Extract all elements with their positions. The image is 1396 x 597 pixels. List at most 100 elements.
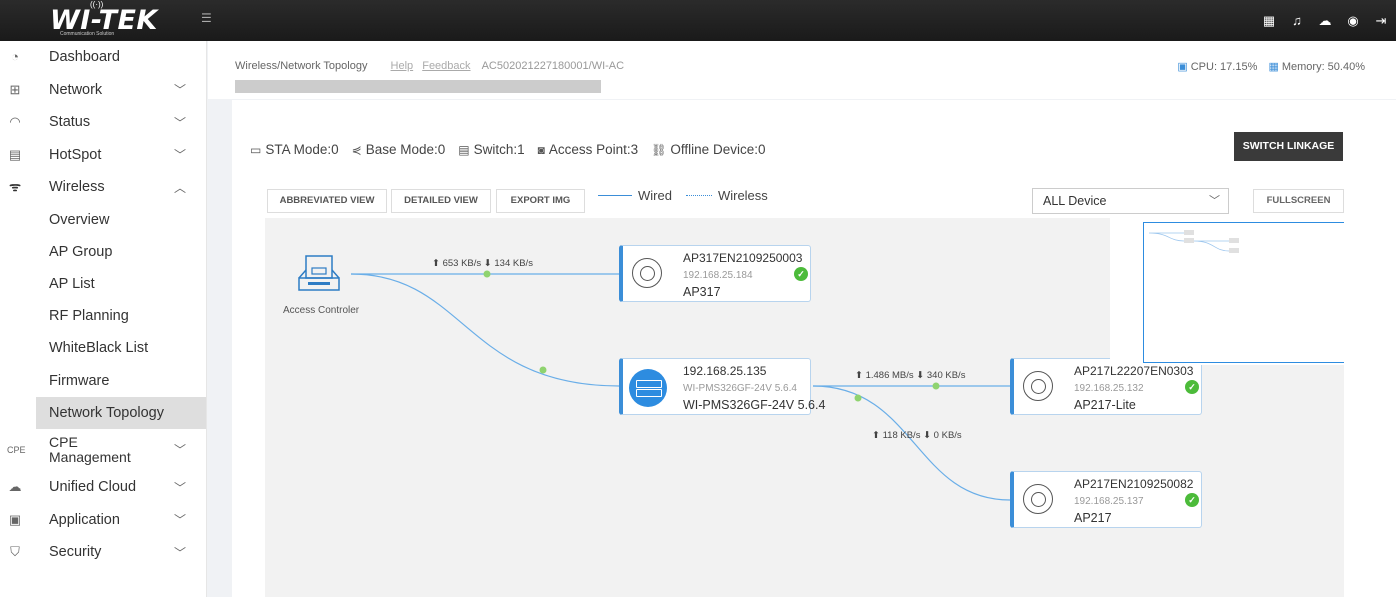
controller-icon (298, 255, 340, 291)
sidebar-item-label: Network (49, 81, 103, 98)
cpe-icon: CPE (7, 444, 26, 455)
switch-card[interactable]: 192.168.25.135 WI-PMS326GF-24V 5.6.4 WI-… (619, 358, 825, 415)
online-check-icon: ✓ (794, 267, 808, 281)
base-count-text: Base Mode:0 (365, 142, 446, 157)
hotspot-icon: ▤ (8, 146, 22, 162)
abbreviated-view-button[interactable]: ABBREVIATED VIEW (267, 189, 387, 213)
dashboard-icon: ◔ (11, 49, 19, 65)
status-icon: ◠ (9, 114, 21, 130)
switch-count: ▤ Switch:1 (458, 142, 524, 157)
device-counts: ▭ STA Mode:0 ⋞ Base Mode:0 ▤ Switch:1 ◙ Acce… (250, 142, 765, 157)
device-filter-select[interactable]: ALL Device ﹀ (1032, 188, 1229, 214)
access-point-icon (632, 258, 662, 288)
network-icon: ⊞ (9, 81, 21, 97)
offline-count: ⛓ Offline Device:0 (651, 142, 765, 157)
logout-icon[interactable]: ⇥ (1372, 12, 1390, 30)
wireless-legend-line (685, 195, 712, 196)
chevron-down-icon: ﹀ (174, 545, 187, 560)
sidebar-item-hotspot[interactable]: ▤ HotSpot ﹀ (0, 139, 206, 172)
sidebar-item-dashboard[interactable]: ◔ Dashboard (0, 41, 206, 74)
sidebar-item-status[interactable]: ◠ Status ﹀ (0, 106, 206, 139)
breadcrumb-text: Wireless/Network Topology (235, 60, 368, 72)
sidebar-item-label: Wireless (49, 179, 105, 196)
fullscreen-button[interactable]: FULLSCREEN (1253, 189, 1344, 213)
detailed-view-button[interactable]: DETAILED VIEW (391, 189, 491, 213)
ap-count: ◙ Access Point:3 (538, 142, 639, 157)
topology-canvas[interactable]: Access Controler AP317EN2109250003 192.1… (265, 218, 1344, 597)
sidebar-item-label: CPE Management (49, 433, 131, 465)
ap-model: AP317 (683, 285, 721, 299)
cpu-usage: CPU: 17.15% (1190, 61, 1258, 73)
globe-icon[interactable]: ◉ (1344, 12, 1362, 30)
link-dot (539, 366, 547, 374)
share-icon: ⋞ (351, 143, 362, 157)
base-count: ⋞ Base Mode:0 (352, 142, 446, 157)
sidebar-item-label: Unified Cloud (49, 479, 137, 496)
top-icons: ▦ ♫ ☁ ◉ ⇥ (1260, 0, 1390, 41)
help-link[interactable]: Help (391, 60, 414, 72)
ap-card-ap317[interactable]: AP317EN2109250003 192.168.25.184 AP317 ✓ (619, 245, 811, 302)
cloud-icon[interactable]: ☁ (1316, 12, 1334, 30)
feedback-link[interactable]: Feedback (422, 60, 470, 72)
offline-count-text: Offline Device:0 (670, 142, 766, 157)
sidebar-item-label: HotSpot (49, 146, 102, 163)
sidebar-item-unified-cloud[interactable]: ☁ Unified Cloud ﹀ (0, 471, 206, 504)
sidebar-sub-firmware[interactable]: Firmware (0, 364, 206, 396)
sidebar-item-network[interactable]: ⊞ Network ﹀ (0, 74, 206, 107)
switch-linkage-button[interactable]: SWITCH LINKAGE (1234, 132, 1343, 161)
security-icon: ⛉ (10, 544, 20, 560)
sidebar-sub-whiteblack-list[interactable]: WhiteBlack List (0, 332, 206, 364)
sidebar-sub-network-topology[interactable]: Network Topology (36, 396, 206, 429)
ap-card-ap217-lite[interactable]: AP217L22207EN0303 192.168.25.132 AP217-L… (1010, 358, 1202, 415)
minimap-preview (1148, 230, 1239, 253)
link-dot (854, 394, 862, 402)
chevron-down-icon: ﹀ (174, 513, 187, 528)
sidebar-item-label: Security (49, 544, 102, 561)
top-bar: ((·)) WI-TEK Communication Solution ☰ ▦ … (0, 0, 1396, 41)
wi-tek-logo[interactable]: ((·)) WI-TEK Communication Solution (50, 0, 165, 39)
sidebar-sub-ap-list[interactable]: AP List (0, 268, 206, 300)
chevron-up-icon: ︿ (174, 180, 187, 195)
ap-name: AP217L22207EN0303 (1074, 364, 1194, 378)
sidebar-item-cpe-management[interactable]: CPE CPE Management ﹀ (0, 429, 206, 471)
link-rate-ap317: ⬆ 653 KB/s ⬇ 134 KB/s (432, 258, 533, 269)
chevron-down-icon: ﹀ (174, 83, 187, 98)
cpu-icon: ▣ (1177, 61, 1188, 73)
loading-bar (235, 80, 601, 93)
chevron-down-icon: ﹀ (174, 148, 187, 163)
ap-ip: 192.168.25.184 (683, 270, 753, 281)
access-point-icon (1023, 371, 1053, 401)
ap-count-text: Access Point:3 (548, 142, 639, 157)
page-header: Wireless/Network Topology Help Feedback … (208, 41, 1396, 99)
sidebar-sub-rf-planning[interactable]: RF Planning (0, 300, 206, 332)
ap-ip: 192.168.25.132 (1074, 383, 1144, 394)
ap-card-ap217[interactable]: AP217EN2109250082 192.168.25.137 AP217 ✓ (1010, 471, 1202, 528)
sidebar-item-application[interactable]: ▣ Application ﹀ (0, 503, 206, 536)
memory-usage: Memory: 50.40% (1281, 61, 1365, 73)
switch-icon: ▤ (458, 143, 470, 157)
unlink-icon: ⛓ (651, 143, 667, 157)
cloud-icon: ☁ (8, 479, 22, 495)
ap-name: AP317EN2109250003 (683, 251, 803, 265)
link-switch-ap217 (812, 385, 1011, 501)
chevron-down-icon: ﹀ (1209, 195, 1220, 207)
bell-icon[interactable]: ♫ (1288, 12, 1306, 30)
qrcode-icon[interactable]: ▦ (1260, 12, 1278, 30)
switch-icon (629, 369, 667, 407)
sidebar-item-wireless[interactable]: ᯤ Wireless ︿ (0, 171, 206, 204)
online-check-icon: ✓ (1185, 493, 1199, 507)
menu-toggle-icon[interactable]: ☰ (201, 11, 215, 25)
sidebar-sub-overview[interactable]: Overview (0, 204, 206, 236)
topology-minimap[interactable] (1143, 222, 1344, 363)
wired-legend-label: Wired (638, 188, 672, 203)
export-img-button[interactable]: EXPORT IMG (496, 189, 585, 213)
sidebar-item-security[interactable]: ⛉ Security ﹀ (0, 536, 206, 569)
sidebar-sub-ap-group[interactable]: AP Group (0, 236, 206, 268)
access-point-icon: ◙ (537, 143, 545, 157)
monitor-icon: ▭ (250, 143, 262, 157)
access-point-icon (1023, 484, 1053, 514)
system-stats: ▣ CPU: 17.15% ▦ Memory: 50.40% (1177, 60, 1365, 73)
wifi-icon: ᯤ (9, 179, 21, 195)
wired-legend-line (598, 195, 632, 196)
link-rate-ap217-lite: ⬆ 1.486 MB/s ⬇ 340 KB/s (855, 370, 966, 381)
